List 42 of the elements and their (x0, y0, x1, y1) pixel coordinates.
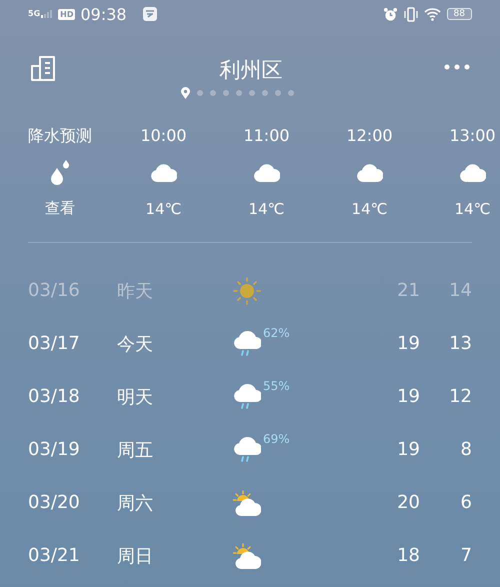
date-label: 03/18 (28, 386, 81, 407)
precipitation-chance: 55% (263, 378, 290, 392)
hour-label: 13:00 (449, 126, 496, 145)
day-label: 昨天 (117, 280, 154, 302)
high-temperature: 19 (396, 386, 420, 407)
low-temperature: 6 (460, 492, 472, 513)
day-label: 周五 (117, 438, 154, 462)
hd-badge: HD (58, 8, 76, 20)
date-label: 03/16 (28, 280, 81, 301)
low-temperature: 14 (448, 280, 472, 301)
battery-indicator: 88 (446, 8, 472, 20)
hour-temperature: 14℃ (248, 200, 284, 218)
hour-label: 10:00 (140, 126, 187, 145)
precipitation-chance: 62% (263, 326, 290, 340)
day-label: 周六 (117, 492, 154, 514)
network-label: 5G (28, 8, 40, 18)
date-label: 03/20 (28, 492, 81, 513)
hour-temperature: 14℃ (352, 200, 388, 218)
date-label: 03/19 (28, 439, 81, 460)
high-temperature: 19 (396, 333, 420, 354)
hour-temperature: 14℃ (146, 200, 182, 218)
precipitation-chance: 69% (263, 432, 290, 446)
high-temperature: 18 (396, 545, 420, 566)
hour-label: 11:00 (243, 126, 290, 145)
low-temperature: 8 (460, 439, 472, 460)
date-label: 03/21 (28, 545, 81, 566)
precipitation-label: 降水预测 (28, 126, 92, 147)
hour-temperature: 14℃ (454, 200, 490, 218)
high-temperature: 20 (396, 492, 420, 513)
clock-time: 09:38 (80, 4, 127, 24)
low-temperature: 12 (448, 386, 472, 407)
day-label: 周日 (117, 544, 154, 568)
city-name: 利州区 (220, 58, 282, 82)
day-label: 明天 (117, 386, 154, 408)
view-link[interactable]: 查看 (45, 199, 75, 218)
day-label: 今天 (117, 332, 154, 356)
high-temperature: 21 (396, 280, 420, 301)
date-label: 03/17 (28, 333, 81, 354)
low-temperature: 7 (460, 545, 472, 566)
hour-label: 12:00 (346, 126, 393, 145)
low-temperature: 13 (448, 333, 472, 354)
high-temperature: 19 (396, 439, 420, 460)
